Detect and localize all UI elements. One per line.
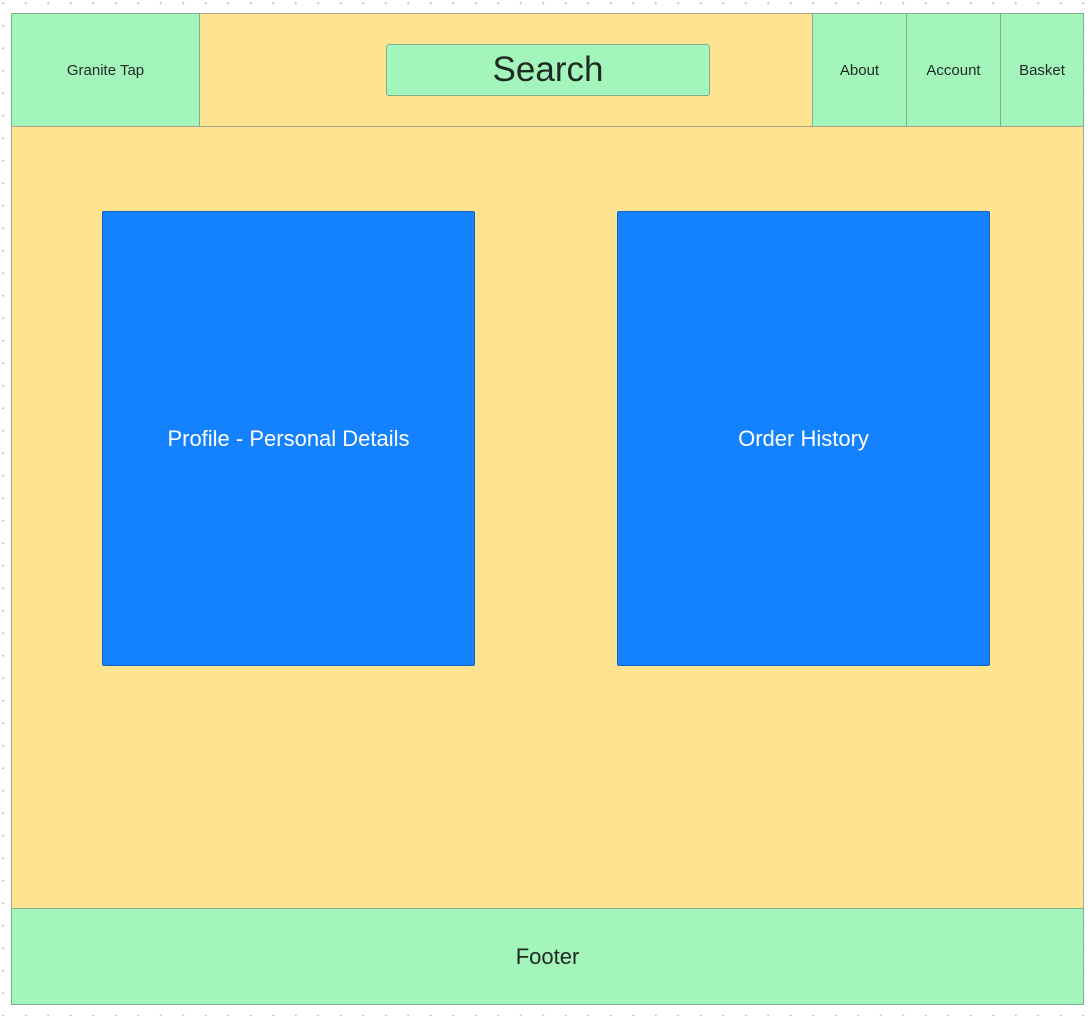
logo-block[interactable]: Granite Tap [11,13,200,127]
nav-account[interactable]: Account [906,13,1001,127]
footer-label: Footer [515,943,580,969]
profile-card[interactable]: Profile - Personal Details [102,211,475,666]
profile-card-label: Profile - Personal Details [167,425,410,451]
nav-account-label: Account [926,61,981,79]
footer: Footer [11,908,1084,1005]
nav-about-label: About [839,61,880,79]
search-label: Search [492,50,604,89]
order-history-card[interactable]: Order History [617,211,990,666]
search-box[interactable]: Search [386,44,710,96]
nav-basket[interactable]: Basket [1000,13,1084,127]
nav-about[interactable]: About [812,13,907,127]
logo-label: Granite Tap [66,61,145,79]
order-history-card-label: Order History [738,425,869,451]
nav-basket-label: Basket [1019,61,1065,79]
